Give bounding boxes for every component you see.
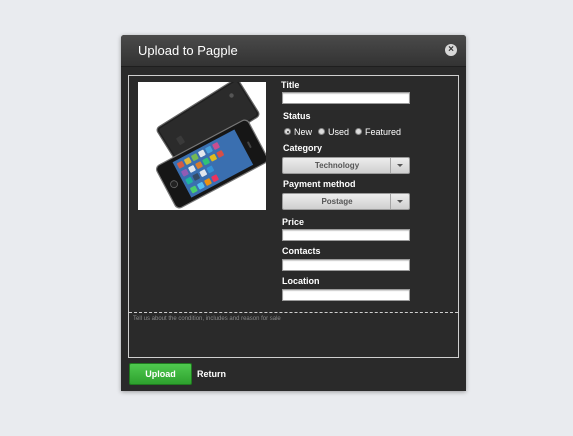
category-select-value: Technology [314, 161, 360, 170]
status-option-label: New [294, 126, 313, 137]
radio-icon[interactable] [355, 128, 363, 135]
title-input[interactable] [282, 92, 410, 104]
chevron-down-icon[interactable] [390, 194, 409, 209]
price-label: Price [282, 217, 305, 227]
status-option-label: Featured [365, 126, 402, 137]
price-input[interactable] [282, 229, 410, 241]
return-link[interactable]: Return [197, 369, 226, 379]
contacts-label: Contacts [282, 246, 321, 256]
status-radio-group: New Used Featured [284, 126, 407, 137]
payment-method-label: Payment method [283, 179, 356, 189]
location-label: Location [282, 276, 320, 286]
radio-icon[interactable] [318, 128, 326, 135]
upload-dialog: Upload to Pagple × Title Status New Used… [121, 35, 466, 391]
upload-button[interactable]: Upload [129, 363, 192, 385]
category-select[interactable]: Technology [282, 157, 410, 174]
title-label: Title [281, 80, 300, 90]
phone-image [155, 78, 269, 209]
description-placeholder: Tell us about the condition, includes an… [133, 316, 281, 322]
radio-checked-icon[interactable] [284, 128, 291, 135]
dialog-title: Upload to Pagple [138, 43, 238, 58]
close-icon[interactable]: × [445, 44, 457, 56]
status-label: Status [283, 111, 311, 121]
payment-method-select-value: Postage [321, 197, 353, 206]
product-photo [138, 78, 269, 210]
category-label: Category [283, 143, 323, 153]
status-option-featured[interactable]: Featured [355, 127, 401, 137]
status-option-label: Used [328, 126, 350, 137]
section-divider [129, 312, 458, 313]
dialog-header: Upload to Pagple × [121, 35, 466, 67]
upload-form: Title Status New Used Featured Category … [128, 75, 459, 358]
chevron-down-icon[interactable] [390, 158, 409, 173]
contacts-input[interactable] [282, 259, 410, 271]
description-textarea[interactable]: Tell us about the condition, includes an… [133, 316, 453, 356]
payment-method-select[interactable]: Postage [282, 193, 410, 210]
location-input[interactable] [282, 289, 410, 301]
status-option-new[interactable]: New [284, 127, 312, 137]
status-option-used[interactable]: Used [318, 127, 349, 137]
